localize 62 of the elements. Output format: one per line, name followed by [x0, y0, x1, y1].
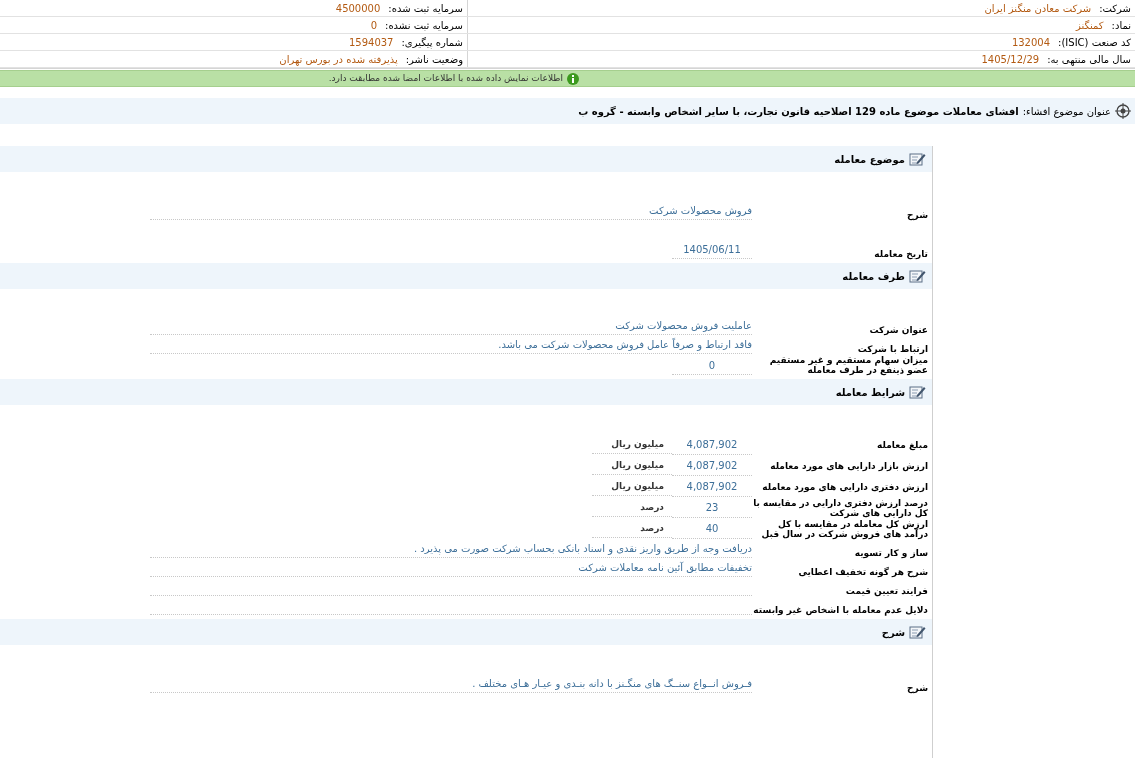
- section-title: موضوع معامله: [834, 152, 905, 167]
- info-value: پذیرفته شده در بورس تهران: [279, 52, 398, 67]
- info-label: سرمایه ثبت نشده:: [385, 18, 463, 33]
- field-value: 0: [708, 360, 716, 371]
- info-value: کمنگنز: [1075, 18, 1104, 33]
- target-icon: [1115, 103, 1131, 119]
- field-label: تاریخ معامله: [874, 249, 928, 259]
- field-value: فروش محصولات شرکت: [649, 205, 752, 216]
- field-label: درصد ارزش دفتری دارایی در مقایسه با کل دارایی های شرکت: [753, 498, 928, 518]
- field-label: مبلغ معامله: [877, 440, 928, 450]
- field-value: 4,087,902: [686, 481, 738, 492]
- info-label: سرمایه ثبت شده:: [388, 1, 463, 16]
- field-label: میزان سهام مستقیم و غیر مستقیم عضو ذینفع در طرف معامله: [769, 355, 928, 375]
- info-value: 0: [370, 18, 377, 33]
- info-label: نماد:: [1111, 18, 1131, 33]
- section-title: شرایط معامله: [835, 385, 905, 400]
- field-label: ارزش دفتری دارایی های مورد معامله: [762, 482, 928, 492]
- subject-title: افشای معاملات موضوع ماده 129 اصلاحیه قانون تجارت، با سایر اشخاص وابسته - گروه ب: [578, 104, 1019, 119]
- field-label: ارزش کل معامله در مقایسه با کل درآمد های فروش شرکت در سال قبل: [761, 519, 928, 539]
- field-value: 4,087,902: [686, 460, 738, 471]
- field-value: دریافت وجه از طریق واریز نقدی و اسناد بانکی بحساب شرکت صورت می پذیرد .: [413, 543, 752, 554]
- info-value: 4500000: [335, 1, 381, 16]
- field-label: شرح: [907, 210, 928, 220]
- info-value: شرکت معادن منگنز ایران: [984, 1, 1092, 16]
- info-label: شرکت:: [1099, 1, 1131, 16]
- notice-text: اطلاعات نمایش داده شده با اطلاعات امضا شده مطابقت دارد.: [328, 71, 563, 85]
- field-label: دلایل عدم معامله با اشخاص غیر وابسته: [753, 605, 928, 615]
- edit-icon: [909, 269, 926, 283]
- field-value: 1405/06/11: [683, 244, 741, 255]
- unit-label: درصد: [640, 522, 664, 533]
- info-value: 132004: [1011, 35, 1051, 50]
- edit-icon: [909, 152, 926, 166]
- field-value: فاقد ارتباط و صرفاً عامل فروش محصولات شرکت می باشد.: [498, 339, 752, 350]
- field-label: ارتباط با شرکت: [857, 344, 928, 354]
- field-label: عنوان شرکت: [869, 325, 928, 335]
- info-icon: [567, 72, 579, 85]
- field-value: 40: [705, 523, 719, 534]
- field-value: عاملیت فروش محصولات شرکت: [615, 320, 752, 331]
- unit-label: میلیون ریال: [611, 459, 664, 470]
- edit-icon: [909, 385, 926, 399]
- field-label: شرح: [907, 683, 928, 693]
- section-title: شرح: [881, 625, 905, 640]
- field-value: 23: [705, 502, 719, 513]
- unit-label: درصد: [640, 501, 664, 512]
- field-label: شرح هر گونه تخفیف اعطایی: [798, 567, 928, 577]
- info-label: شماره پیگیری:: [401, 35, 463, 50]
- field-value: 4,087,902: [686, 439, 738, 450]
- section-title: طرف معامله: [842, 269, 905, 284]
- info-value: 1594037: [348, 35, 394, 50]
- subject-label: عنوان موضوع افشاء:: [1022, 104, 1111, 119]
- field-label: ساز و کار تسویه: [854, 548, 928, 558]
- info-label: کد صنعت (ISIC):: [1058, 35, 1131, 50]
- field-value: تخفیفات مطابق آئین نامه معاملات شرکت: [578, 562, 752, 573]
- info-value: 1405/12/29: [981, 52, 1040, 67]
- field-value: فـروش انــواع سنــگ های منگـنز با دانه بنـدی و عیـار هـای مختلف .: [472, 678, 752, 689]
- info-label: وضعیت ناشر:: [405, 52, 463, 67]
- unit-label: میلیون ریال: [611, 480, 664, 491]
- edit-icon: [909, 625, 926, 639]
- field-label: فرایند تعیین قیمت: [845, 586, 928, 596]
- field-label: ارزش بازار دارایی های مورد معامله: [770, 461, 928, 471]
- unit-label: میلیون ریال: [611, 438, 664, 449]
- info-label: سال مالی منتهی به:: [1047, 52, 1131, 67]
